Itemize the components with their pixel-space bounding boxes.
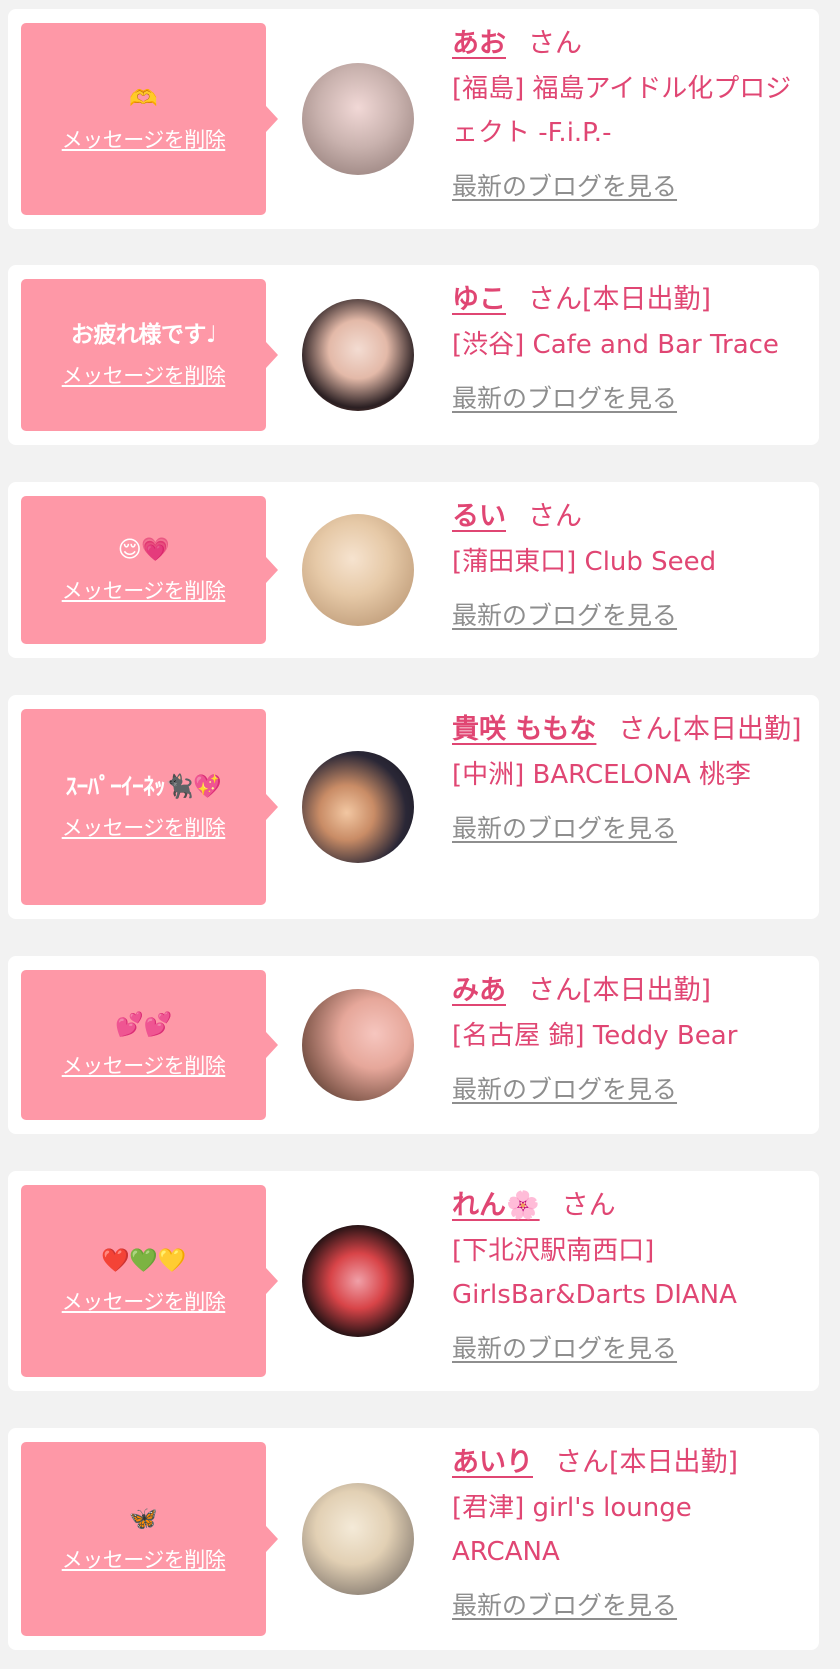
honorific-san: さん	[561, 1190, 616, 1221]
message-text: お疲れ様です♩	[70, 322, 217, 348]
avatar[interactable]	[302, 989, 414, 1101]
shop-name: [渋谷] Cafe and Bar Trace	[452, 330, 779, 360]
latest-blog-link[interactable]: 最新のブログを見る	[452, 1329, 677, 1365]
message-text: 😌💗	[117, 537, 170, 563]
avatar[interactable]	[302, 1483, 414, 1595]
avatar[interactable]	[302, 751, 414, 863]
shop-name: [中洲] BARCELONA 桃李	[452, 760, 752, 790]
cast-info: ゆこ さん[本日出勤] [渋谷] Cafe and Bar Trace 最新のブロ…	[452, 277, 807, 415]
honorific-san: さん	[528, 28, 582, 59]
delete-message-link[interactable]: メッセージを削除	[62, 1286, 226, 1316]
message-text: 🦋	[129, 1506, 158, 1532]
message-card-list: 🫶 メッセージを削除 あお さん [福島] 福島アイドル化プロジェクト -F.i.…	[0, 0, 840, 1669]
delete-message-link[interactable]: メッセージを削除	[62, 1050, 226, 1080]
cast-info: 貴咲 ももな さん[本日出勤] [中洲] BARCELONA 桃李 最新のブログを…	[452, 707, 807, 845]
cast-info: るい さん [蒲田東口] Club Seed 最新のブログを見る	[452, 494, 807, 632]
shop-name: [名古屋 錦] Teddy Bear	[452, 1021, 738, 1051]
cast-name-link[interactable]: あいり	[452, 1447, 533, 1478]
cast-name-link[interactable]: 貴咲 ももな	[452, 714, 596, 745]
work-status: [本日出勤]	[672, 714, 802, 745]
avatar[interactable]	[302, 1225, 414, 1337]
shop-name: [下北沢駅南西口] GirlsBar&Darts DIANA	[452, 1236, 737, 1310]
message-card: ｽｰﾊﾟｰｲｰﾈｯ🐈‍⬛💖 メッセージを削除 貴咲 ももな さん[本日出勤] [中…	[8, 695, 819, 919]
cast-info: みあ さん[本日出勤] [名古屋 錦] Teddy Bear 最新のブログを見る	[452, 968, 807, 1106]
message-text: 🫶	[129, 86, 158, 112]
work-status: [本日出勤]	[582, 975, 712, 1006]
avatar[interactable]	[302, 63, 414, 175]
cast-name-link[interactable]: あお	[452, 28, 506, 59]
message-bubble: 💕💕 メッセージを削除	[21, 970, 278, 1120]
latest-blog-link[interactable]: 最新のブログを見る	[452, 809, 677, 845]
cast-name-link[interactable]: みあ	[452, 975, 506, 1006]
cast-info: れん🌸 さん [下北沢駅南西口] GirlsBar&Darts DIANA 最新の…	[452, 1183, 807, 1365]
latest-blog-link[interactable]: 最新のブログを見る	[452, 596, 677, 632]
avatar[interactable]	[302, 299, 414, 411]
honorific-san: さん	[528, 284, 582, 315]
cast-info: あいり さん[本日出勤] [君津] girl's lounge ARCANA 最新…	[452, 1440, 807, 1622]
shop-name: [蒲田東口] Club Seed	[452, 547, 717, 577]
cast-name-link[interactable]: るい	[452, 501, 506, 532]
message-bubble: 🫶 メッセージを削除	[21, 23, 278, 215]
delete-message-link[interactable]: メッセージを削除	[62, 360, 226, 390]
latest-blog-link[interactable]: 最新のブログを見る	[452, 379, 677, 415]
message-bubble: お疲れ様です♩ メッセージを削除	[21, 279, 278, 431]
message-bubble: 🦋 メッセージを削除	[21, 1442, 278, 1636]
delete-message-link[interactable]: メッセージを削除	[62, 812, 226, 842]
honorific-san: さん	[528, 501, 582, 532]
shop-name: [福島] 福島アイドル化プロジェクト -F.i.P.-	[452, 74, 792, 148]
latest-blog-link[interactable]: 最新のブログを見る	[452, 167, 677, 203]
message-text: ❤️💚💛	[101, 1248, 186, 1274]
message-card: ❤️💚💛 メッセージを削除 れん🌸 さん [下北沢駅南西口] GirlsBar&D…	[8, 1171, 819, 1391]
message-text: 💕💕	[115, 1012, 172, 1038]
avatar[interactable]	[302, 514, 414, 626]
message-card: お疲れ様です♩ メッセージを削除 ゆこ さん[本日出勤] [渋谷] Cafe an…	[8, 265, 819, 445]
message-text: ｽｰﾊﾟｰｲｰﾈｯ🐈‍⬛💖	[65, 774, 222, 800]
message-card: 😌💗 メッセージを削除 るい さん [蒲田東口] Club Seed 最新のブログ…	[8, 482, 819, 658]
message-bubble: 😌💗 メッセージを削除	[21, 496, 278, 644]
honorific-san: さん	[528, 975, 582, 1006]
message-card: 🫶 メッセージを削除 あお さん [福島] 福島アイドル化プロジェクト -F.i.…	[8, 9, 819, 229]
delete-message-link[interactable]: メッセージを削除	[62, 575, 226, 605]
work-status: [本日出勤]	[582, 284, 712, 315]
cast-name-link[interactable]: ゆこ	[452, 284, 506, 315]
honorific-san: さん	[618, 714, 673, 745]
message-bubble: ❤️💚💛 メッセージを削除	[21, 1185, 278, 1377]
message-card: 💕💕 メッセージを削除 みあ さん[本日出勤] [名古屋 錦] Teddy Bea…	[8, 956, 819, 1134]
cast-info: あお さん [福島] 福島アイドル化プロジェクト -F.i.P.- 最新のブログを…	[452, 21, 807, 203]
message-bubble: ｽｰﾊﾟｰｲｰﾈｯ🐈‍⬛💖 メッセージを削除	[21, 709, 278, 905]
shop-name: [君津] girl's lounge ARCANA	[452, 1493, 692, 1567]
delete-message-link[interactable]: メッセージを削除	[62, 1544, 226, 1574]
cast-name-link[interactable]: れん🌸	[452, 1190, 540, 1221]
delete-message-link[interactable]: メッセージを削除	[62, 124, 226, 154]
work-status: [本日出勤]	[609, 1447, 739, 1478]
latest-blog-link[interactable]: 最新のブログを見る	[452, 1586, 677, 1622]
latest-blog-link[interactable]: 最新のブログを見る	[452, 1070, 677, 1106]
honorific-san: さん	[555, 1447, 609, 1478]
message-card: 🦋 メッセージを削除 あいり さん[本日出勤] [君津] girl's loung…	[8, 1428, 819, 1650]
